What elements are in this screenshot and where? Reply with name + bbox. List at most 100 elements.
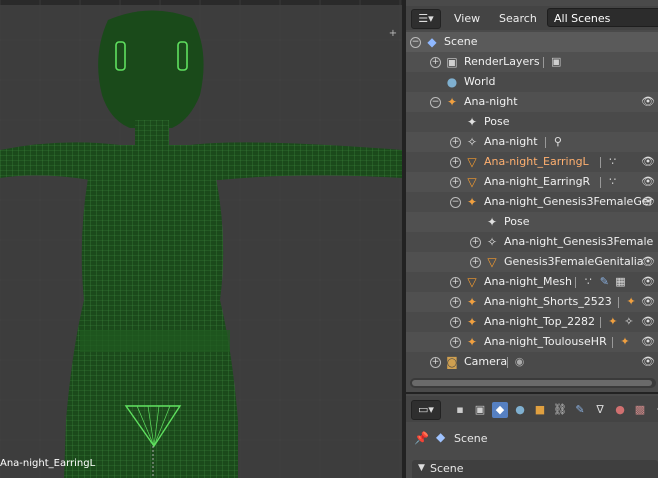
tab-vertex-data-icon[interactable]: ∇ <box>592 402 608 418</box>
visibility-eye-icon[interactable]: 👁 <box>641 255 655 268</box>
outliner-row[interactable]: ✦ Pose <box>406 212 658 232</box>
visibility-eye-icon[interactable]: 👁 <box>641 335 655 348</box>
outliner-row[interactable]: + ▽ Genesis3FemaleGenitalia 👁 <box>406 252 658 272</box>
scene-context-icon: ◆ <box>436 430 446 444</box>
armature-icon[interactable]: ✦ <box>624 295 638 309</box>
scene-icon[interactable]: ◆ <box>425 35 439 49</box>
world-icon[interactable]: ● <box>445 75 459 89</box>
armature-icon[interactable]: ✦ <box>465 335 479 349</box>
expand-icon[interactable]: + <box>450 157 461 168</box>
armature-icon[interactable]: ✦ <box>618 335 632 349</box>
collapse-triangle-icon[interactable]: ▼ <box>418 463 425 473</box>
expand-icon[interactable]: + <box>450 177 461 188</box>
3d-viewport[interactable]: + Ana-night_EarringL <box>0 0 402 478</box>
expand-icon[interactable]: + <box>450 297 461 308</box>
armature-icon[interactable]: ✦ <box>445 95 459 109</box>
visibility-eye-icon[interactable]: 👁 <box>641 295 655 308</box>
expand-icon[interactable]: + <box>470 237 481 248</box>
camera-icon[interactable]: ◙ <box>445 355 459 369</box>
visibility-eye-icon[interactable]: 👁 <box>641 355 655 368</box>
visibility-eye-icon[interactable]: 👁 <box>641 195 655 208</box>
outliner-row[interactable]: + ▽ Ana-night_EarringL ∵ 👁 <box>406 152 658 172</box>
tab-object-icon[interactable]: ■ <box>532 402 548 418</box>
visibility-eye-icon[interactable]: 👁 <box>641 95 655 108</box>
armature-icon[interactable]: ✦ <box>465 295 479 309</box>
tab-modifiers-icon[interactable]: ✎ <box>572 402 588 418</box>
expand-icon[interactable]: + <box>430 57 441 68</box>
mesh-icon[interactable]: ▽ <box>465 155 479 169</box>
outliner-row[interactable]: − ◆ Scene <box>406 32 658 52</box>
outliner-editor-type-icon[interactable]: ☰▾ <box>411 9 441 29</box>
outliner-row-label: Ana-night_Genesis3Female <box>504 235 654 248</box>
armature-icon[interactable]: ✦ <box>606 315 620 329</box>
tab-renderlayers-icon[interactable]: ▣ <box>472 402 488 418</box>
scene-panel-header[interactable]: ▼ Scene <box>412 460 658 478</box>
vertex-group-icon[interactable]: ∵ <box>606 155 620 169</box>
renderlayer-icon[interactable]: ▣ <box>549 55 563 69</box>
expand-icon[interactable]: + <box>430 357 441 368</box>
mesh-icon[interactable]: ▽ <box>465 175 479 189</box>
tab-texture-icon[interactable]: ▩ <box>632 402 648 418</box>
outliner-row[interactable]: ✦ Pose <box>406 112 658 132</box>
view-menu[interactable]: View <box>454 12 480 25</box>
bone-icon[interactable]: ⚲ <box>551 135 565 149</box>
expand-icon[interactable]: + <box>470 257 481 268</box>
pose-icon[interactable]: ✦ <box>485 215 499 229</box>
camera-data-icon[interactable]: ◉ <box>513 355 527 369</box>
tab-world-icon[interactable]: ● <box>512 402 528 418</box>
outliner-scrollbar[interactable] <box>410 378 656 388</box>
outliner-row[interactable]: − ✦ Ana-night 👁 <box>406 92 658 112</box>
properties-editor-type-icon[interactable]: ▭▾ <box>411 400 441 420</box>
outliner-row-label: Ana-night <box>484 135 538 148</box>
tab-render-icon[interactable]: ▪ <box>452 402 468 418</box>
collapse-icon[interactable]: − <box>450 197 461 208</box>
scene-panel-title: Scene <box>430 462 464 475</box>
armature-data-icon[interactable]: ✧ <box>465 135 479 149</box>
grid-icon[interactable]: ▦ <box>613 275 627 289</box>
visibility-eye-icon[interactable]: 👁 <box>641 175 655 188</box>
outliner-row[interactable]: + ◙ Camera ◉ 👁 <box>406 352 658 372</box>
search-menu[interactable]: Search <box>499 12 537 25</box>
collapse-icon[interactable]: − <box>410 37 421 48</box>
expand-icon[interactable]: + <box>450 337 461 348</box>
armature-icon[interactable]: ✦ <box>465 195 479 209</box>
visibility-eye-icon[interactable]: 👁 <box>641 155 655 168</box>
outliner-row[interactable]: + ▽ Ana-night_Mesh ∵ ✎ ▦ 👁 <box>406 272 658 292</box>
armature-data-icon[interactable]: ✧ <box>485 235 499 249</box>
outliner-row[interactable]: + ▽ Ana-night_EarringR ∵ 👁 <box>406 172 658 192</box>
outliner-row[interactable]: ● World <box>406 72 658 92</box>
outliner-row[interactable]: + ✦ Ana-night_ToulouseHR ✦ 👁 <box>406 332 658 352</box>
context-label: Scene <box>454 432 488 445</box>
vertex-group-icon[interactable]: ∵ <box>606 175 620 189</box>
outliner-row[interactable]: + ✧ Ana-night ⚲ <box>406 132 658 152</box>
renderlayers-icon[interactable]: ▣ <box>445 55 459 69</box>
viewport-split-widget-icon[interactable]: + <box>388 29 398 39</box>
pin-icon[interactable]: 📌 <box>414 431 429 445</box>
expand-icon[interactable]: + <box>450 317 461 328</box>
visibility-eye-icon[interactable]: 👁 <box>641 275 655 288</box>
armature-icon[interactable]: ✦ <box>465 315 479 329</box>
outliner-row[interactable]: + ✧ Ana-night_Genesis3Female <box>406 232 658 252</box>
collapse-icon[interactable]: − <box>430 97 441 108</box>
vertex-group-icon[interactable]: ∵ <box>581 275 595 289</box>
wrench-icon[interactable]: ✎ <box>597 275 611 289</box>
visibility-eye-icon[interactable]: 👁 <box>641 315 655 328</box>
outliner-panel: ☰▾ View Search All Scenes − ◆ Scene + ▣ Rende… <box>406 0 658 392</box>
expand-icon[interactable]: + <box>450 277 461 288</box>
pose-icon[interactable]: ✦ <box>465 115 479 129</box>
display-mode-select[interactable]: All Scenes <box>547 8 658 27</box>
expand-icon[interactable]: + <box>450 137 461 148</box>
tab-scene-icon[interactable]: ◆ <box>492 402 508 418</box>
outliner-row-label: Camera <box>464 355 508 368</box>
mesh-icon[interactable]: ▽ <box>465 275 479 289</box>
outliner-row[interactable]: + ✦ Ana-night_Top_2282 ✦ ✧ 👁 <box>406 312 658 332</box>
tab-constraints-icon[interactable]: ⛓ <box>552 402 568 418</box>
tab-material-icon[interactable]: ● <box>612 402 628 418</box>
outliner-row[interactable]: + ▣ RenderLayers ▣ <box>406 52 658 72</box>
tab-particles-icon[interactable]: ⁘ <box>652 402 658 418</box>
mesh-icon[interactable]: ▽ <box>485 255 499 269</box>
armature-data-icon[interactable]: ✧ <box>622 315 636 329</box>
outliner-row[interactable]: − ✦ Ana-night_Genesis3FemaleGer 👁 <box>406 192 658 212</box>
outliner-row[interactable]: + ✦ Ana-night_Shorts_2523 ✦ 👁 <box>406 292 658 312</box>
wireframe-figure[interactable] <box>0 0 402 478</box>
